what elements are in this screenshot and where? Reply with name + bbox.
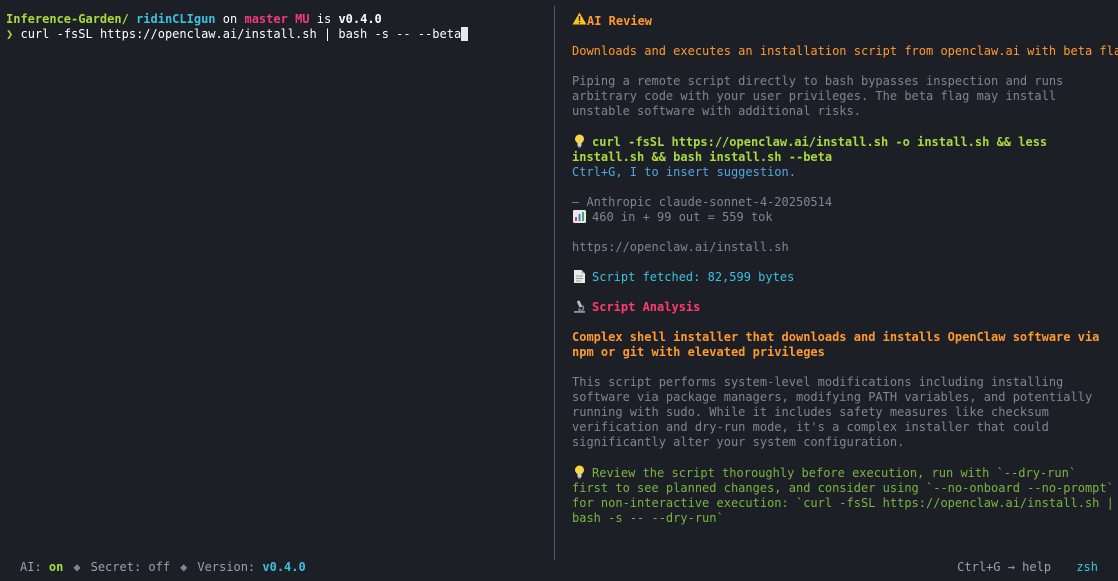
version-value: v0.4.0 bbox=[262, 560, 306, 574]
prompt-subdir: ridinCLIgun bbox=[136, 12, 216, 26]
ai-review-pane[interactable]: AI Review Downloads and executes an inst… bbox=[572, 12, 1118, 545]
secret-status-label: Secret: bbox=[90, 560, 142, 574]
document-icon bbox=[572, 270, 586, 285]
analysis-tip-text: Review the script thoroughly before exec… bbox=[572, 466, 1114, 525]
lightbulb-icon bbox=[572, 134, 586, 150]
analysis-details: This script performs system-level modifi… bbox=[572, 375, 1093, 449]
review-summary: Downloads and executes an installation s… bbox=[572, 44, 1118, 58]
shell-prompt: Inference-Garden/ ridinCLIgun on master … bbox=[6, 12, 554, 27]
pane-divider[interactable] bbox=[554, 6, 555, 560]
script-fetched: Script fetched: 82,599 bytes bbox=[572, 270, 1118, 285]
prompt-is: is bbox=[316, 12, 332, 26]
text-cursor bbox=[461, 27, 469, 41]
token-usage: 460 in + 99 out = 559 tok bbox=[572, 210, 1118, 225]
warning-icon bbox=[572, 12, 587, 28]
microscope-icon bbox=[572, 300, 586, 315]
review-details: Piping a remote script directly to bash … bbox=[572, 74, 1064, 118]
fetched-size: Script fetched: 82,599 bytes bbox=[592, 270, 795, 284]
diamond-separator: ◆ bbox=[73, 560, 81, 574]
script-url[interactable]: https://openclaw.ai/install.sh bbox=[572, 240, 1118, 255]
review-header: AI Review bbox=[572, 12, 1118, 29]
suggestion-hint: Ctrl+G, I to insert suggestion. bbox=[572, 165, 796, 179]
analysis-tip: Review the script thoroughly before exec… bbox=[572, 465, 1118, 526]
ai-status-value[interactable]: on bbox=[49, 560, 63, 574]
review-title: AI Review bbox=[587, 14, 653, 28]
help-hint: Ctrl+G → help bbox=[957, 560, 1052, 574]
diamond-separator: ◆ bbox=[180, 560, 188, 574]
terminal-pane[interactable]: Inference-Garden/ ridinCLIgun on master … bbox=[0, 0, 554, 545]
command-input[interactable]: curl -fsSL https://openclaw.ai/install.s… bbox=[20, 27, 461, 41]
analysis-title: Script Analysis bbox=[592, 300, 701, 314]
status-right: Ctrl+G → help zsh bbox=[957, 560, 1098, 574]
lightbulb-icon bbox=[572, 465, 586, 481]
secret-status-value[interactable]: off bbox=[148, 560, 170, 574]
analysis-summary: Complex shell installer that downloads a… bbox=[572, 330, 1100, 359]
version-label: Version: bbox=[197, 560, 256, 574]
suggestion-command[interactable]: curl -fsSL https://openclaw.ai/install.s… bbox=[572, 135, 1047, 164]
review-suggestion[interactable]: curl -fsSL https://openclaw.ai/install.s… bbox=[572, 134, 1118, 165]
prompt-on: on bbox=[222, 12, 238, 26]
prompt-caret: ❯ bbox=[6, 27, 14, 41]
prompt-branch: master bbox=[244, 12, 288, 26]
prompt-directory: Inference-Garden/ bbox=[6, 12, 129, 26]
analysis-header: Script Analysis bbox=[572, 300, 1118, 315]
token-count: 460 in + 99 out = 559 tok bbox=[592, 210, 773, 224]
prompt-git-status: MU bbox=[295, 12, 310, 26]
status-bar: AI: on ◆ Secret: off ◆ Version: v0.4.0 Ctrl+… bbox=[0, 553, 1118, 581]
bar-chart-icon bbox=[572, 210, 586, 225]
command-line[interactable]: ❯ curl -fsSL https://openclaw.ai/install… bbox=[6, 27, 554, 42]
model-info: — Anthropic claude-sonnet-4-20250514 bbox=[572, 195, 833, 209]
status-left: AI: on ◆ Secret: off ◆ Version: v0.4.0 bbox=[20, 560, 306, 574]
shell-name: zsh bbox=[1076, 560, 1098, 574]
prompt-version: v0.4.0 bbox=[338, 12, 382, 26]
ai-status-label: AI: bbox=[20, 560, 42, 574]
